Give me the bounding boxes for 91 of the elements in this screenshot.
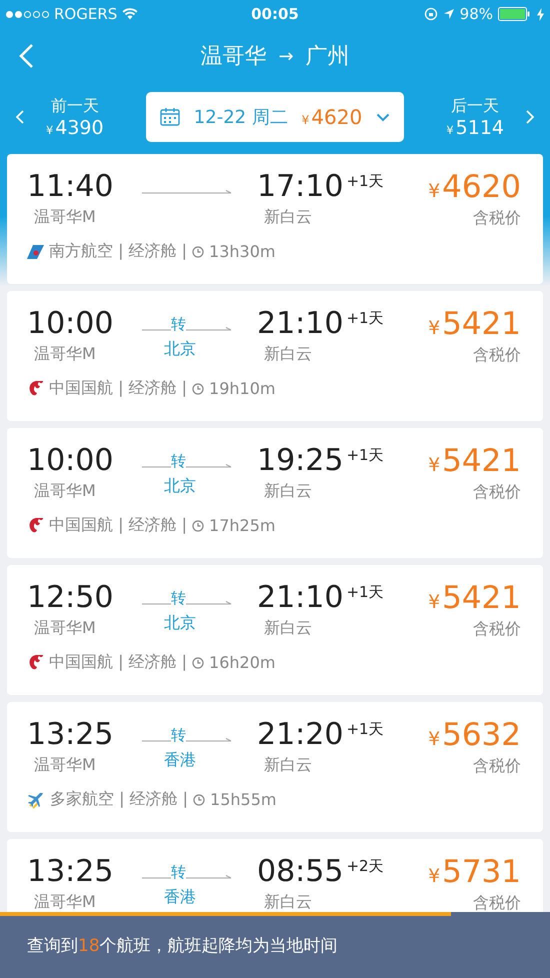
arrival-airport: 新白云: [263, 207, 313, 228]
chevron-right-icon: [526, 110, 534, 124]
route-arrow-icon: [142, 190, 232, 196]
clock-icon: [192, 656, 204, 669]
phoenix-logo-icon: [27, 380, 44, 398]
chevron-down-icon: [376, 112, 390, 122]
chevron-left-icon: [16, 110, 24, 124]
flight-duration: 17h25m: [209, 516, 276, 536]
flight-duration: 16h20m: [209, 653, 276, 672]
price: ¥5731: [428, 855, 521, 890]
transfer-label: 转: [171, 591, 186, 606]
departure-time: 11:40: [27, 170, 114, 203]
price-note: 含税价: [473, 482, 521, 504]
status-time: 00:05: [251, 5, 299, 23]
route-arrow: →: [278, 46, 294, 66]
departure-time: 12:50: [27, 581, 114, 614]
arrival-time: 19:25: [257, 444, 344, 477]
location-arrow-icon: [442, 8, 455, 20]
clock-icon: [192, 520, 204, 532]
airline-info: 中国国航 | 经济舱 |: [49, 652, 188, 674]
arrival-airport: 新白云: [263, 344, 313, 365]
rotation-lock-icon: [424, 7, 438, 21]
price: ¥5421: [428, 581, 521, 616]
airline-info: 南方航空 | 经济舱 |: [49, 241, 188, 262]
departure-time: 13:25: [27, 718, 114, 751]
arrival-time: 17:10: [257, 170, 344, 203]
calendar-icon: [160, 108, 180, 126]
flight-duration: 13h30m: [209, 242, 276, 262]
day-offset: +1天: [346, 172, 384, 191]
departure-time: 10:00: [27, 307, 114, 340]
transfer-city: 香港: [164, 750, 196, 771]
result-message: 查询到18个航班，航班起降均为当地时间: [26, 935, 339, 958]
price-note: 含税价: [473, 893, 521, 914]
airline-info: 中国国航 | 经济舱 |: [49, 515, 188, 536]
day-offset: +1天: [346, 309, 384, 328]
carrier-name: ROGERS: [54, 5, 118, 23]
departure-airport: 温哥华M: [33, 892, 97, 913]
arrival-time: 08:55: [257, 855, 344, 888]
arrival-time: 21:10: [257, 307, 344, 340]
departure-airport: 温哥华M: [33, 481, 97, 502]
price: ¥5421: [428, 444, 521, 478]
price-note: 含税价: [473, 756, 521, 778]
transfer-label: 转: [171, 865, 186, 880]
arrival-airport: 新白云: [263, 892, 313, 913]
arrival-airport: 新白云: [263, 481, 313, 502]
arrival-airport: 新白云: [263, 618, 313, 639]
clock-icon: [193, 794, 206, 806]
transfer-city: 香港: [164, 887, 196, 908]
price-note: 含税价: [473, 619, 521, 640]
departure-airport: 温哥华M: [33, 344, 97, 365]
back-icon[interactable]: [18, 43, 34, 69]
airplane-icon: [27, 790, 45, 809]
transfer-label: 转: [171, 454, 186, 469]
price-note: 含税价: [473, 345, 521, 366]
arrival-airport: 新白云: [263, 755, 313, 776]
clock-icon: [192, 246, 204, 258]
price-note: 含税价: [473, 208, 521, 230]
phoenix-logo-icon: [27, 654, 44, 672]
day-offset: +1天: [346, 720, 384, 739]
signal-icon: [6, 10, 49, 18]
clock-icon: [192, 382, 204, 395]
transfer-city: 北京: [164, 613, 196, 634]
departure-airport: 温哥华M: [33, 618, 97, 639]
transfer-label: 转: [171, 728, 186, 743]
departure-time: 13:25: [27, 855, 114, 888]
departure-airport: 温哥华M: [33, 755, 97, 776]
day-offset: +1天: [346, 583, 384, 602]
price: ¥4620: [428, 170, 521, 204]
day-offset: +2天: [346, 857, 384, 876]
transfer-label: 转: [171, 317, 186, 332]
departure-airport: 温哥华M: [33, 207, 97, 228]
arrival-time: 21:10: [257, 581, 344, 614]
price: ¥5632: [428, 718, 521, 752]
destination-city: 广州: [306, 43, 350, 71]
battery-icon: [498, 7, 532, 21]
arrival-time: 21:20: [257, 718, 344, 751]
phoenix-logo-icon: [27, 517, 44, 534]
airline-info: 多家航空 | 经济舱 |: [50, 789, 188, 810]
departure-time: 10:00: [27, 444, 114, 477]
day-offset: +1天: [346, 446, 384, 465]
flight-duration: 19h10m: [209, 379, 276, 398]
airline-info: 中国国航 | 经济舱 |: [49, 378, 188, 400]
transfer-city: 北京: [164, 339, 196, 360]
wifi-icon: [122, 8, 138, 20]
battery-percent: 98%: [460, 5, 493, 23]
price: ¥5421: [428, 307, 521, 342]
transfer-city: 北京: [164, 476, 196, 497]
flight-duration: 15h55m: [210, 790, 276, 810]
origin-city: 温哥华: [200, 43, 266, 71]
airline-tail-icon: [27, 244, 44, 259]
charging-icon: [537, 8, 544, 20]
